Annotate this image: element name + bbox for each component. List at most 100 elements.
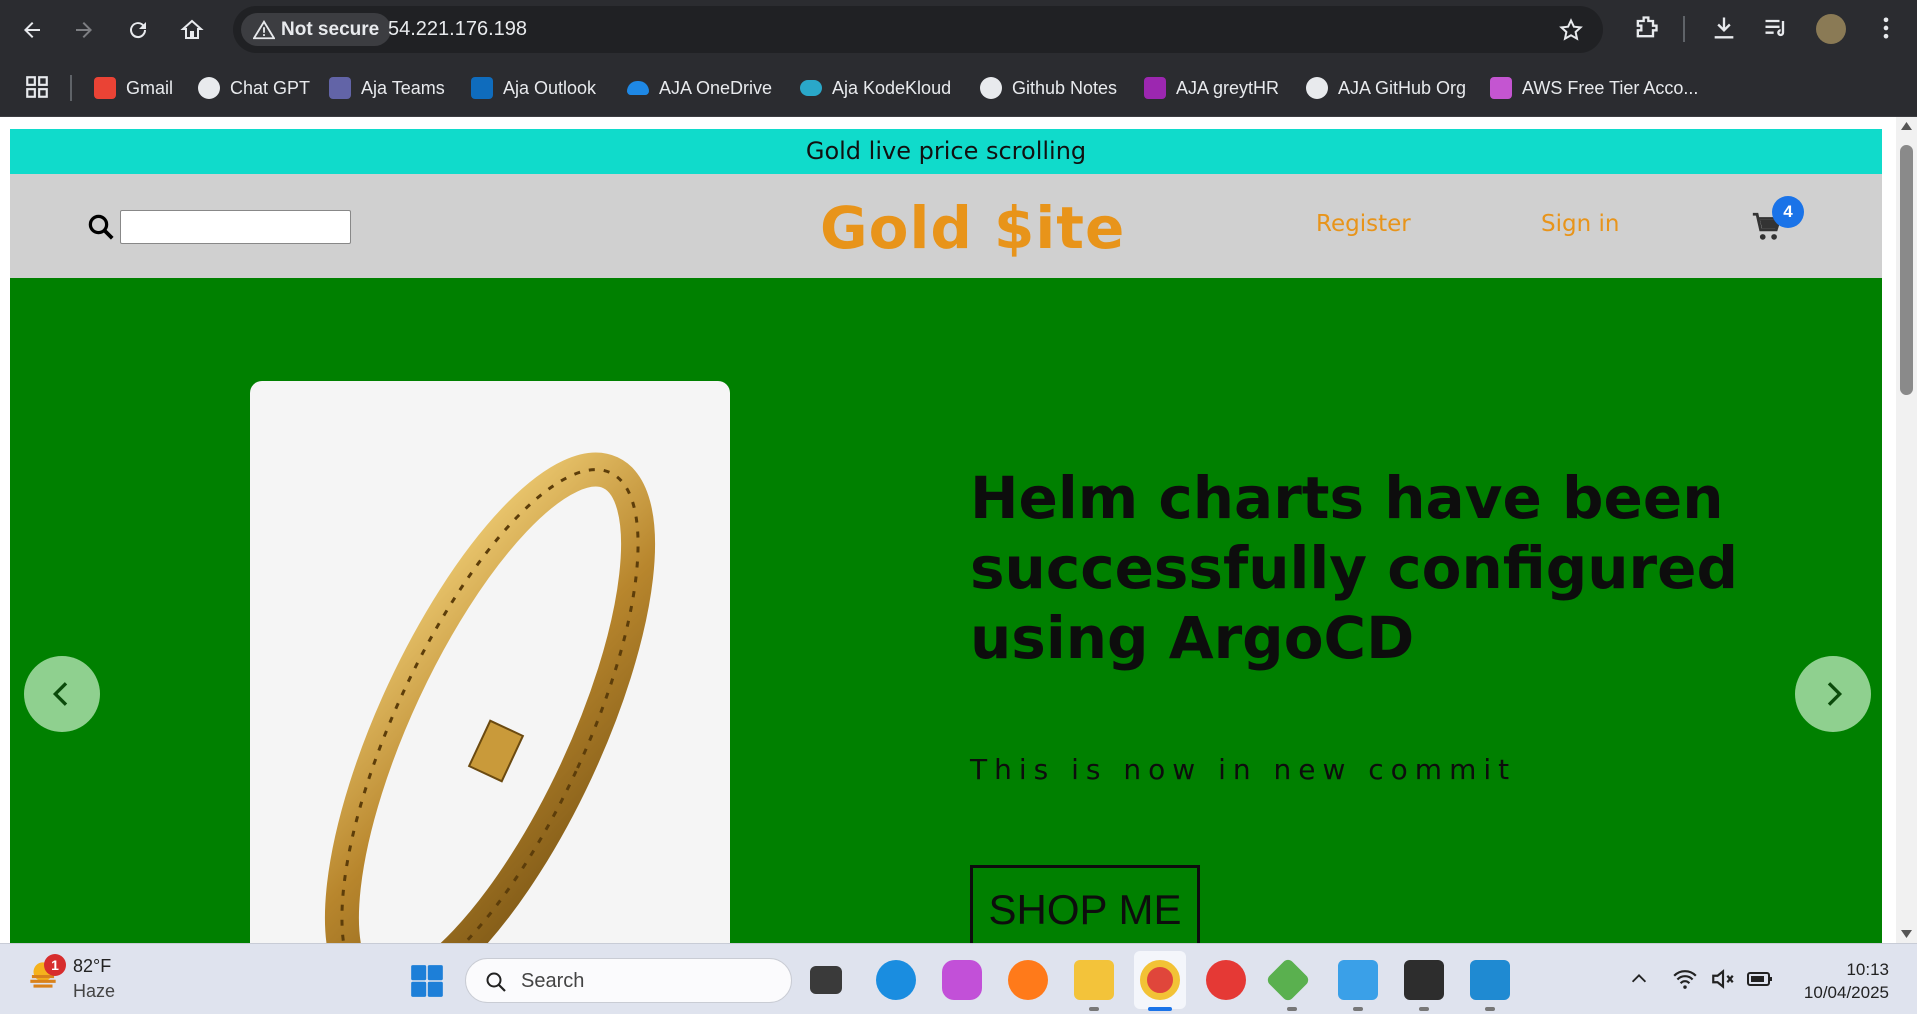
bookmark-label: Chat GPT [230, 77, 311, 98]
chevron-up-icon[interactable] [1628, 968, 1650, 990]
bookmark-github-org[interactable]: AJA GitHub Org [1306, 72, 1466, 104]
cart-count-badge: 4 [1772, 196, 1804, 228]
bookmarks-divider [70, 75, 72, 101]
product-image[interactable] [250, 381, 730, 943]
wifi-icon[interactable] [1672, 966, 1698, 992]
notepad-icon[interactable] [1338, 960, 1378, 1000]
profile-avatar[interactable] [1816, 14, 1846, 44]
running-indicator [1485, 1007, 1495, 1011]
shop-button[interactable]: SHOP ME [970, 865, 1200, 943]
clock-date: 10/04/2025 [1803, 983, 1889, 1002]
vscode-icon[interactable] [1470, 960, 1510, 1000]
extensions-icon[interactable] [1632, 14, 1660, 42]
github-icon [1306, 77, 1328, 99]
file-explorer-icon[interactable] [1074, 960, 1114, 1000]
bookmark-label: Aja Teams [361, 77, 445, 98]
chrome-icon[interactable] [1140, 960, 1180, 1000]
gold-bracelet-image [324, 452, 656, 943]
bookmark-gmail[interactable]: Gmail [94, 72, 173, 104]
running-indicator [1287, 1007, 1297, 1011]
running-indicator [1353, 1007, 1363, 1011]
reload-icon [130, 22, 147, 39]
weather-notification-badge: 1 [44, 954, 66, 976]
bookmark-label: Gmail [126, 77, 174, 98]
wps-office-icon[interactable] [1206, 960, 1246, 1000]
hero-carousel: Helm charts have been successfully confi… [10, 278, 1882, 943]
active-indicator [1148, 1007, 1172, 1011]
copilot-icon[interactable] [942, 960, 982, 1000]
apps-grid-icon[interactable] [24, 74, 50, 100]
chevron-right-icon [1827, 682, 1843, 706]
bookmark-kodekloud[interactable]: Aja KodeKloud [800, 72, 951, 104]
search-icon [486, 972, 506, 992]
taskbar-search-placeholder: Search [521, 970, 585, 992]
price-ticker: Gold live price scrolling [10, 129, 1882, 174]
chatgpt-icon [198, 77, 220, 99]
kodekloud-icon [800, 80, 822, 96]
reload-button[interactable] [120, 12, 156, 48]
bookmark-label: Github Notes [1012, 77, 1118, 98]
browser-toolbar: Not secure 54.221.176.198 [0, 0, 1917, 59]
chevron-left-icon [52, 682, 68, 706]
system-clock[interactable]: 10:13 10/04/2025 [1804, 958, 1889, 1004]
running-indicator [1089, 1007, 1099, 1011]
bookmark-greythr[interactable]: AJA greytHR [1144, 72, 1279, 104]
teams-icon [329, 77, 351, 99]
bookmark-outlook[interactable]: Aja Outlook [471, 72, 596, 104]
github-icon [980, 77, 1002, 99]
weather-temp: 82°F [73, 956, 112, 976]
search-icon[interactable] [86, 212, 116, 242]
task-view-icon[interactable] [810, 966, 842, 994]
scroll-thumb[interactable] [1900, 145, 1913, 395]
terminal-icon[interactable] [1404, 960, 1444, 1000]
signin-link[interactable]: Sign in [1541, 211, 1619, 237]
forward-button[interactable] [66, 12, 102, 48]
bookmark-label: Aja Outlook [503, 77, 597, 98]
more-menu-icon[interactable] [1872, 14, 1900, 42]
clock-time: 10:13 [1846, 960, 1889, 979]
back-button[interactable] [14, 12, 50, 48]
address-bar[interactable]: Not secure 54.221.176.198 [233, 6, 1603, 53]
aws-icon [1490, 77, 1512, 99]
weather-desc: Haze [73, 981, 116, 1001]
outlook-icon [471, 77, 493, 99]
download-icon[interactable] [1710, 14, 1738, 42]
greythr-icon [1144, 77, 1166, 99]
bookmark-github-notes[interactable]: Github Notes [980, 72, 1117, 104]
firefox-icon[interactable] [1008, 960, 1048, 1000]
bookmark-chatgpt[interactable]: Chat GPT [198, 72, 310, 104]
carousel-prev-button[interactable] [24, 656, 100, 732]
taskbar-search[interactable]: Search [465, 958, 792, 1003]
bookmarks-bar: Gmail Chat GPT Aja Teams Aja Outlook AJA… [0, 59, 1917, 117]
gitkraken-icon[interactable] [1265, 957, 1311, 1003]
bookmark-star-icon[interactable] [1559, 18, 1583, 42]
hero-headline: Helm charts have been successfully confi… [970, 464, 1739, 672]
bookmark-label: AJA OneDrive [659, 77, 773, 98]
register-link[interactable]: Register [1316, 211, 1411, 237]
battery-icon[interactable] [1746, 966, 1774, 992]
scroll-up-icon[interactable] [1900, 121, 1913, 131]
hero-subtext: This is now in new commit [970, 753, 1517, 786]
arrow-left-icon [24, 22, 40, 38]
url-text[interactable]: 54.221.176.198 [388, 6, 527, 53]
page-scrollbar[interactable] [1896, 117, 1917, 943]
bookmark-teams[interactable]: Aja Teams [329, 72, 445, 104]
security-chip[interactable]: Not secure [241, 13, 392, 46]
site-logo[interactable]: Gold $ite [820, 194, 1125, 262]
bookmark-onedrive[interactable]: AJA OneDrive [627, 72, 772, 104]
scroll-down-icon[interactable] [1900, 929, 1913, 939]
bookmark-label: AJA GitHub Org [1338, 77, 1467, 98]
warning-icon [253, 19, 275, 40]
media-playlist-icon[interactable] [1762, 14, 1790, 42]
arrow-right-icon [76, 22, 92, 38]
windows-start-icon[interactable] [408, 962, 446, 1000]
home-button[interactable] [174, 12, 210, 48]
search-input[interactable] [120, 210, 351, 244]
running-indicator [1419, 1007, 1429, 1011]
bookmark-aws[interactable]: AWS Free Tier Acco... [1490, 72, 1698, 104]
bookmark-label: AWS Free Tier Acco... [1522, 77, 1699, 98]
volume-muted-icon[interactable] [1710, 966, 1736, 992]
site-header: Gold $ite Register Sign in 4 [10, 174, 1882, 278]
toolbar-divider [1683, 16, 1685, 42]
edge-icon[interactable] [876, 960, 916, 1000]
